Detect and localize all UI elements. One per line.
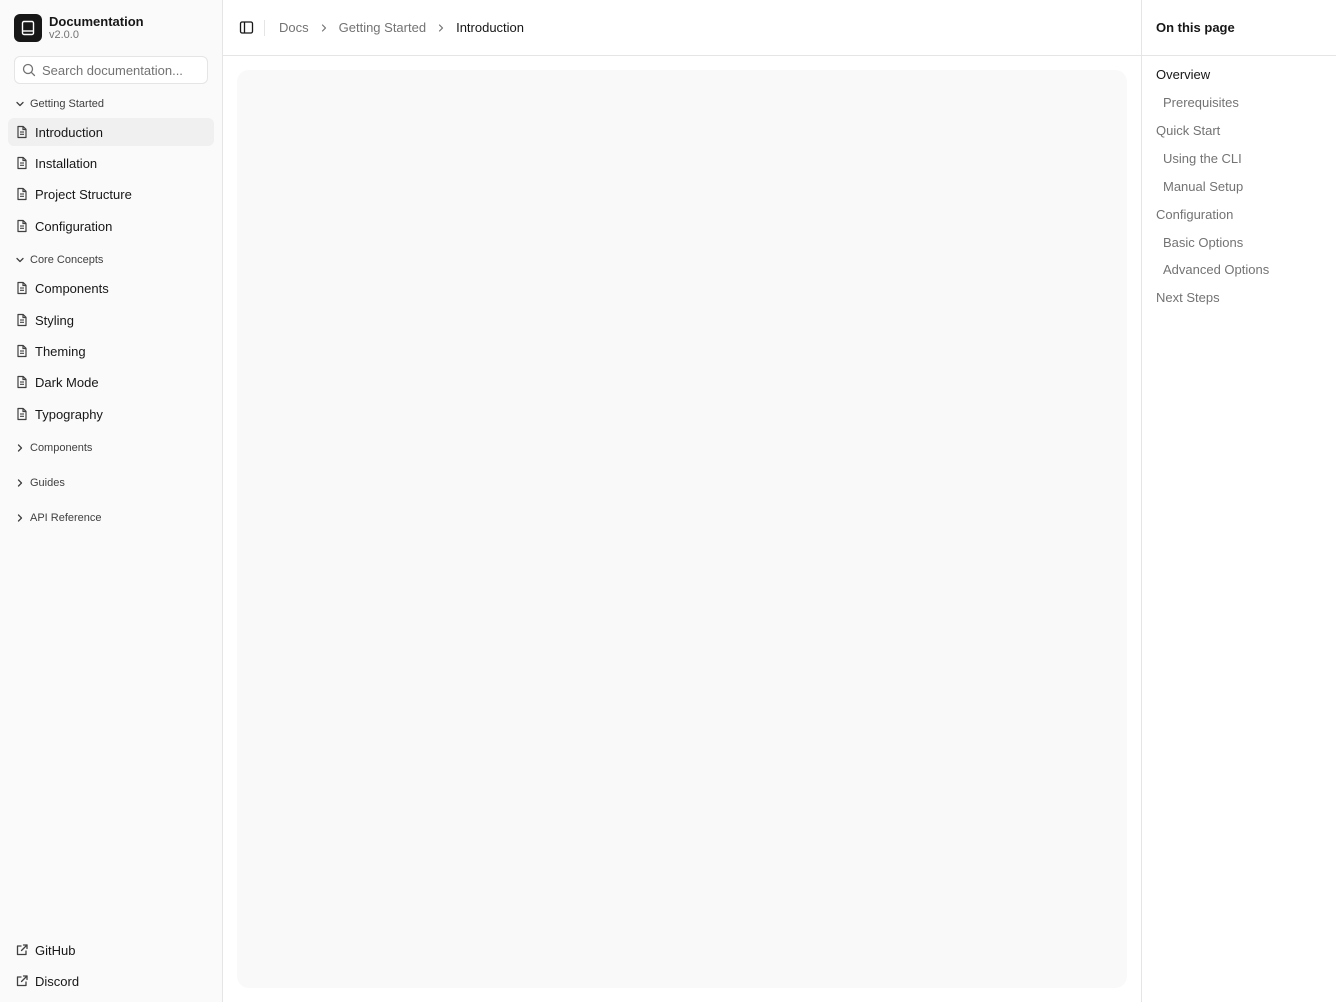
toc-item-manual-setup[interactable]: Manual Setup <box>1163 179 1243 194</box>
brand[interactable]: Documentation v2.0.0 <box>14 14 144 42</box>
content-panel <box>237 70 1127 988</box>
brand-title: Documentation <box>49 14 144 29</box>
group-getting-started[interactable]: Getting Started <box>14 95 104 113</box>
sidebar-item-label: Dark Mode <box>35 374 99 390</box>
toc-item-basic-options[interactable]: Basic Options <box>1163 235 1243 250</box>
toc-item-advanced-options[interactable]: Advanced Options <box>1163 262 1269 277</box>
chevron-down-icon <box>14 98 26 110</box>
chevron-right-icon <box>436 23 446 33</box>
file-text-icon <box>15 375 29 389</box>
sidebar-item-label: Project Structure <box>35 186 132 202</box>
sidebar-item-label: Typography <box>35 406 103 422</box>
chevron-right-icon <box>14 477 26 489</box>
toc-item-next-steps[interactable]: Next Steps <box>1156 290 1220 305</box>
discord-link[interactable]: Discord <box>8 967 214 995</box>
toc-item-configuration[interactable]: Configuration <box>1156 207 1233 222</box>
sidebar-item-installation[interactable]: Installation <box>8 149 214 177</box>
panel-left-icon <box>239 20 254 35</box>
file-text-icon <box>15 125 29 139</box>
group-components[interactable]: Components <box>14 439 92 457</box>
file-text-icon <box>15 187 29 201</box>
sidebar-item-project-structure[interactable]: Project Structure <box>8 180 214 208</box>
header-divider <box>264 19 265 36</box>
file-text-icon <box>15 313 29 327</box>
group-label: API Reference <box>30 512 102 524</box>
github-link[interactable]: GitHub <box>8 936 214 964</box>
sidebar-item-configuration[interactable]: Configuration <box>8 212 214 240</box>
group-label: Getting Started <box>30 98 104 110</box>
sidebar-item-label: Styling <box>35 312 75 328</box>
breadcrumb-docs[interactable]: Docs <box>279 20 309 35</box>
file-text-icon <box>15 281 29 295</box>
group-label: Components <box>30 442 93 454</box>
search-box <box>14 56 208 84</box>
external-link-icon <box>15 974 29 988</box>
toc-item-prerequisites[interactable]: Prerequisites <box>1163 95 1239 110</box>
sidebar-item-label: Installation <box>35 155 98 171</box>
top-bar: Docs Getting Started Introduction <box>223 0 1141 56</box>
sidebar-item-styling[interactable]: Styling <box>8 306 214 334</box>
chevron-right-icon <box>14 442 26 454</box>
sidebar-item-introduction[interactable]: Introduction <box>8 118 214 146</box>
table-of-contents: On this page Overview Prerequisites Quic… <box>1141 0 1336 1002</box>
footer-link-label: GitHub <box>35 942 76 958</box>
file-text-icon <box>15 219 29 233</box>
sidebar-item-typography[interactable]: Typography <box>8 400 214 428</box>
footer-link-label: Discord <box>35 973 80 989</box>
toc-item-overview[interactable]: Overview <box>1156 67 1210 82</box>
toc-header: On this page <box>1142 0 1336 56</box>
search-input[interactable] <box>42 62 202 78</box>
sidebar-item-label: Theming <box>35 343 86 359</box>
sidebar-item-label: Components <box>35 280 109 296</box>
toc-title: On this page <box>1156 20 1235 35</box>
group-label: Guides <box>30 477 65 489</box>
sidebar-item-theming[interactable]: Theming <box>8 337 214 365</box>
breadcrumb-current: Introduction <box>456 20 525 35</box>
chevron-down-icon <box>14 254 26 266</box>
chevron-right-icon <box>14 512 26 524</box>
group-guides[interactable]: Guides <box>14 474 65 492</box>
group-core-concepts[interactable]: Core Concepts <box>14 251 103 269</box>
breadcrumb-getting-started[interactable]: Getting Started <box>339 20 426 35</box>
sidebar-item-components[interactable]: Components <box>8 274 214 302</box>
breadcrumb: Docs Getting Started Introduction <box>279 20 524 35</box>
file-text-icon <box>15 344 29 358</box>
file-text-icon <box>15 407 29 421</box>
sidebar-item-dark-mode[interactable]: Dark Mode <box>8 368 214 396</box>
sidebar-item-label: Configuration <box>35 218 113 234</box>
external-link-icon <box>15 943 29 957</box>
group-label: Core Concepts <box>30 254 104 266</box>
book-icon <box>14 14 42 42</box>
search-icon <box>22 63 36 77</box>
chevron-right-icon <box>319 23 329 33</box>
file-text-icon <box>15 156 29 170</box>
toc-item-using-the-cli[interactable]: Using the CLI <box>1163 151 1242 166</box>
sidebar-toggle-button[interactable] <box>237 19 255 37</box>
sidebar: Documentation v2.0.0 Getting Started Int… <box>0 0 223 1002</box>
group-api-reference[interactable]: API Reference <box>14 509 102 527</box>
brand-version: v2.0.0 <box>49 29 79 41</box>
toc-item-quick-start[interactable]: Quick Start <box>1156 123 1220 138</box>
sidebar-item-label: Introduction <box>35 124 103 140</box>
